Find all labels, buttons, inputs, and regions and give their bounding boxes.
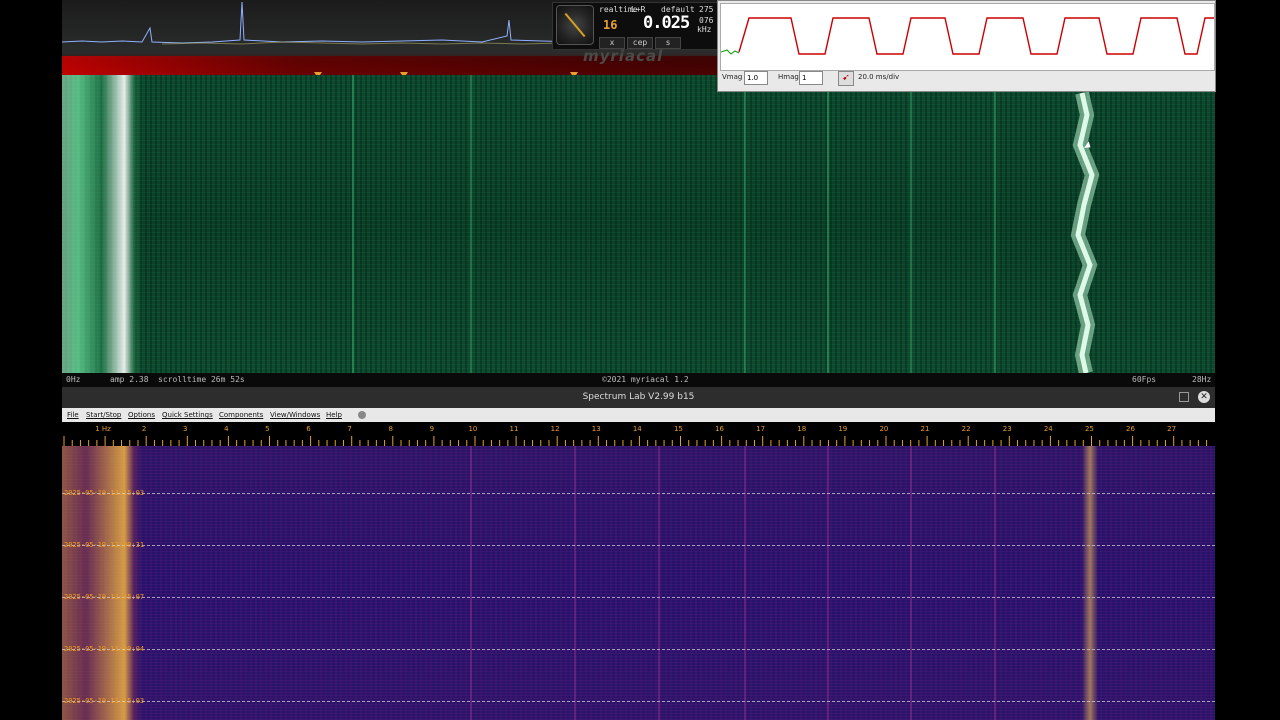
vmag-input[interactable]: 1.0 (744, 71, 768, 85)
dial-gauge-icon[interactable] (556, 5, 594, 45)
scale-label: 24 (1044, 425, 1053, 433)
timestamp-label: 2025-05-19 12:00:31 (64, 541, 145, 549)
scale-label: 2 (142, 425, 146, 433)
menu-start-stop[interactable]: Start/Stop (86, 408, 121, 422)
scale-label: 23 (1003, 425, 1012, 433)
menu-file[interactable]: File (67, 408, 79, 422)
scale-label: 21 (921, 425, 930, 433)
scale-label: 18 (797, 425, 806, 433)
maximize-icon[interactable] (1179, 392, 1189, 402)
window-title: Spectrum Lab V2.99 b15 (582, 392, 695, 402)
scale-label: 15 (674, 425, 683, 433)
waterfall-line (574, 446, 576, 720)
status-fps: 60Fps (1132, 375, 1157, 384)
waterfall-line (994, 446, 996, 720)
scale-label: 8 (388, 425, 392, 433)
scale-label: 17 (756, 425, 765, 433)
meter-value: 0.025 (643, 13, 690, 33)
scale-label: 6 (306, 425, 311, 433)
low-frequency-trace (62, 446, 142, 720)
meter-left-value: 16 (603, 18, 618, 32)
scale-label: 25 (1085, 425, 1094, 433)
menu-quick-settings[interactable]: Quick Settings (162, 408, 213, 422)
waterfall-line (827, 446, 829, 720)
waterfall-line (910, 446, 912, 720)
scale-label: 3 (183, 425, 187, 433)
vmag-label: Vmag (722, 73, 743, 81)
scale-label: 9 (430, 425, 434, 433)
scope-settings-button[interactable]: ➹ (838, 71, 854, 86)
menu-components[interactable]: Components (219, 408, 263, 422)
scale-label: 5 (265, 425, 269, 433)
scope-plot (720, 3, 1215, 71)
brand-logo: myriacal (583, 47, 664, 65)
signal-trace (1070, 91, 1100, 373)
meter-unit: kHz (697, 25, 712, 34)
frequency-scale[interactable]: 1 Hz 2 3 4 5 6 7 8 9 10 11 12 13 14 15 16 17 18 19 20 21 22 23… (62, 422, 1215, 446)
meter-panel: realtime L+R default 275 16 0.025 076 kH… (552, 2, 718, 50)
scale-label: 11 (510, 425, 519, 433)
status-amp: amp 2.38 (110, 375, 149, 384)
oscilloscope-window: Vmag 1.0 Hmag 1 ➹ 20.0 ms/div (717, 0, 1216, 92)
timestamp-label: 2025-05-19 12:15:03 (64, 489, 145, 497)
meter-right-top: 275 (699, 5, 714, 14)
hmag-label: Hmag (778, 73, 799, 81)
menu-options[interactable]: Options (128, 408, 155, 422)
waterfall-line (470, 446, 472, 720)
scale-label: 7 (347, 425, 351, 433)
menu-help[interactable]: Help (326, 408, 342, 422)
scale-label: 26 (1126, 425, 1135, 433)
timestamp-label: 2025-05-19 11:30:04 (64, 645, 145, 653)
hmag-input[interactable]: 1 (799, 71, 823, 85)
spectrum-lab-titlebar[interactable]: Spectrum Lab V2.99 b15 ✕ (62, 387, 1215, 408)
spectrum-lab-waterfall[interactable]: 2025-05-19 12:15:03 2025-05-19 12:00:31 … (62, 446, 1215, 720)
scale-label: 22 (962, 425, 971, 433)
status-bar-top: 0Hz amp 2.38 scrolltime 26m 52s ©2021 my… (62, 373, 1215, 387)
timestamp-label: 2025-05-19 11:45:07 (64, 593, 145, 601)
scope-waveform (720, 17, 1214, 55)
status-scrolltime: scrolltime 26m 52s (158, 375, 245, 384)
scale-label: 13 (592, 425, 601, 433)
meter-right-mid: 076 (699, 16, 714, 25)
scale-label: 4 (224, 425, 229, 433)
scale-label: 27 (1167, 425, 1176, 433)
waterfall-line (658, 446, 660, 720)
timestamp-line (62, 701, 1215, 702)
waterfall-line (744, 446, 746, 720)
status-freq-left: 0Hz (66, 375, 81, 384)
signal-hotspot (1082, 446, 1098, 720)
timestamp-line (62, 649, 1215, 650)
record-indicator-icon[interactable] (358, 411, 366, 419)
scale-label: 1 Hz (95, 425, 111, 433)
scope-timebase: 20.0 ms/div (858, 73, 900, 81)
status-copyright: ©2021 myriacal 1.2 (602, 375, 689, 384)
frequency-ticks: 1 Hz 2 3 4 5 6 7 8 9 10 11 12 13 14 15 16 17 18 19 20 21 22 23… (63, 425, 1208, 446)
scale-label: 19 (838, 425, 847, 433)
timestamp-line (62, 597, 1215, 598)
scale-label: 10 (468, 425, 477, 433)
scale-label: 14 (633, 425, 642, 433)
close-icon[interactable]: ✕ (1198, 391, 1210, 403)
status-freq-right: 28Hz (1192, 375, 1212, 384)
scale-label: 16 (715, 425, 724, 433)
timestamp-line (62, 545, 1215, 546)
scale-label: 12 (551, 425, 560, 433)
timestamp-line (62, 493, 1215, 494)
timestamp-label: 2025-05-19 11:15:03 (64, 697, 145, 705)
menu-bar: File Start/Stop Options Quick Settings C… (62, 408, 1215, 423)
menu-view-windows[interactable]: View/Windows (270, 408, 320, 422)
scale-label: 20 (879, 425, 888, 433)
waterfall-top[interactable] (62, 75, 1215, 373)
